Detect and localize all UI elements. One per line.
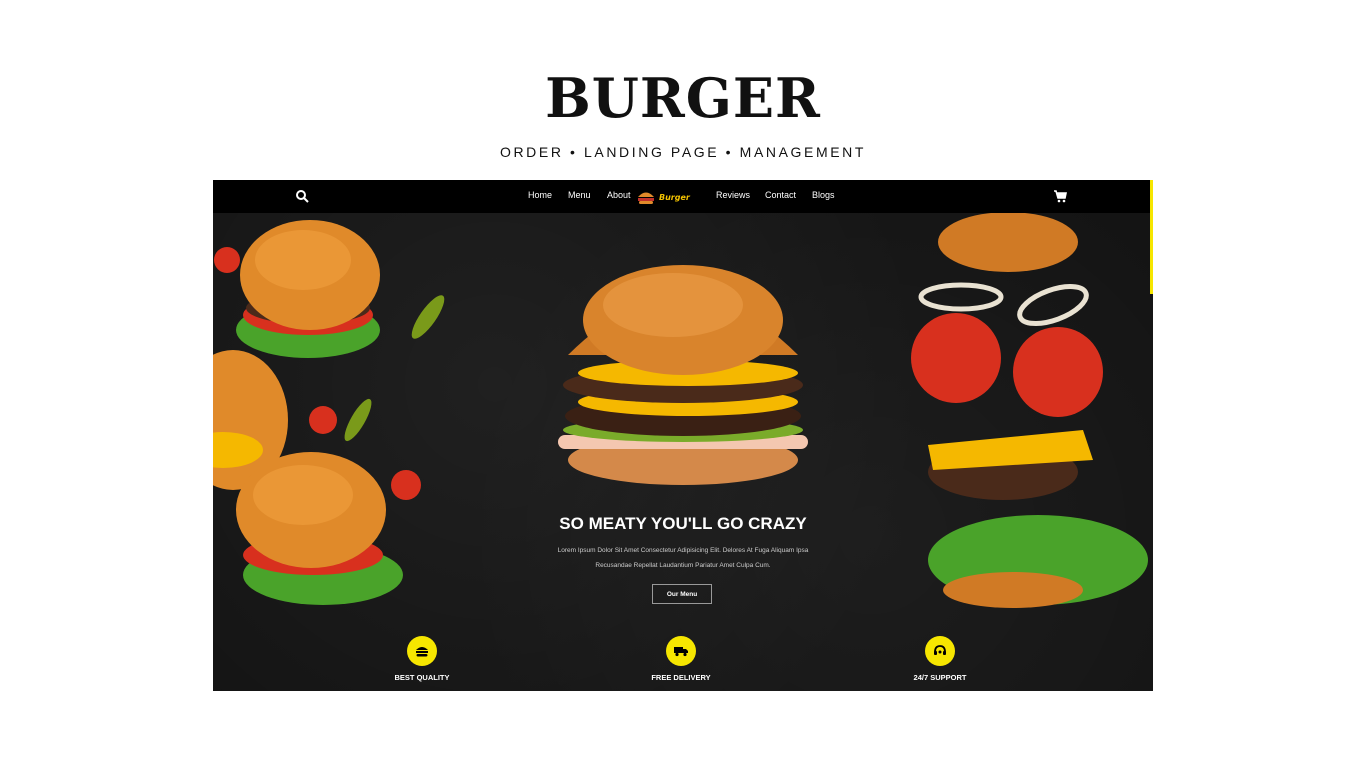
nav-link-blogs[interactable]: Blogs (812, 190, 835, 200)
feature-label: 24/7 SUPPORT (913, 673, 967, 682)
website-preview: Home Menu About Burger Reviews Contact B… (213, 180, 1153, 691)
hero-description: Lorem Ipsum Dolor Sit Amet Consectetur A… (533, 543, 833, 573)
hero-description-line1: Lorem Ipsum Dolor Sit Amet Consectetur A… (557, 547, 809, 554)
burger-logo-icon (638, 192, 654, 204)
navbar: Home Menu About Burger Reviews Contact B… (213, 180, 1153, 213)
right-ingredients-image (911, 212, 1148, 608)
nav-link-about[interactable]: About (607, 190, 631, 200)
hero-artwork (213, 212, 1148, 608)
page-title: BURGER (545, 66, 821, 130)
nav-link-menu[interactable]: Menu (568, 190, 591, 200)
nav-link-home[interactable]: Home (528, 190, 552, 200)
nav-link-contact[interactable]: Contact (765, 190, 796, 200)
scrollbar-thumb[interactable] (1150, 180, 1153, 294)
cart-icon[interactable] (1053, 189, 1067, 203)
feature-best-quality: BEST QUALITY (367, 636, 477, 682)
hero-title: SO MEATY YOU'LL GO CRAZY (559, 514, 807, 533)
logo-text: Burger (659, 192, 690, 202)
feature-free-delivery: FREE DELIVERY (626, 636, 736, 682)
burger-icon (407, 636, 437, 666)
center-burger-image (558, 265, 808, 485)
nav-link-reviews[interactable]: Reviews (716, 190, 750, 200)
search-icon[interactable] (295, 189, 309, 203)
truck-icon (666, 636, 696, 666)
hero-description-line2: Recusandae Repellat Laudantium Pariatur … (595, 562, 771, 569)
headset-icon (925, 636, 955, 666)
feature-support: 24/7 SUPPORT (885, 636, 995, 682)
page-subtitle: ORDER • LANDING PAGE • MANAGEMENT (499, 144, 867, 160)
our-menu-button[interactable]: Our Menu (652, 584, 712, 604)
logo[interactable]: Burger (636, 186, 690, 208)
feature-label: BEST QUALITY (394, 673, 450, 682)
feature-label: FREE DELIVERY (651, 673, 711, 682)
left-burgers-image (213, 220, 445, 605)
